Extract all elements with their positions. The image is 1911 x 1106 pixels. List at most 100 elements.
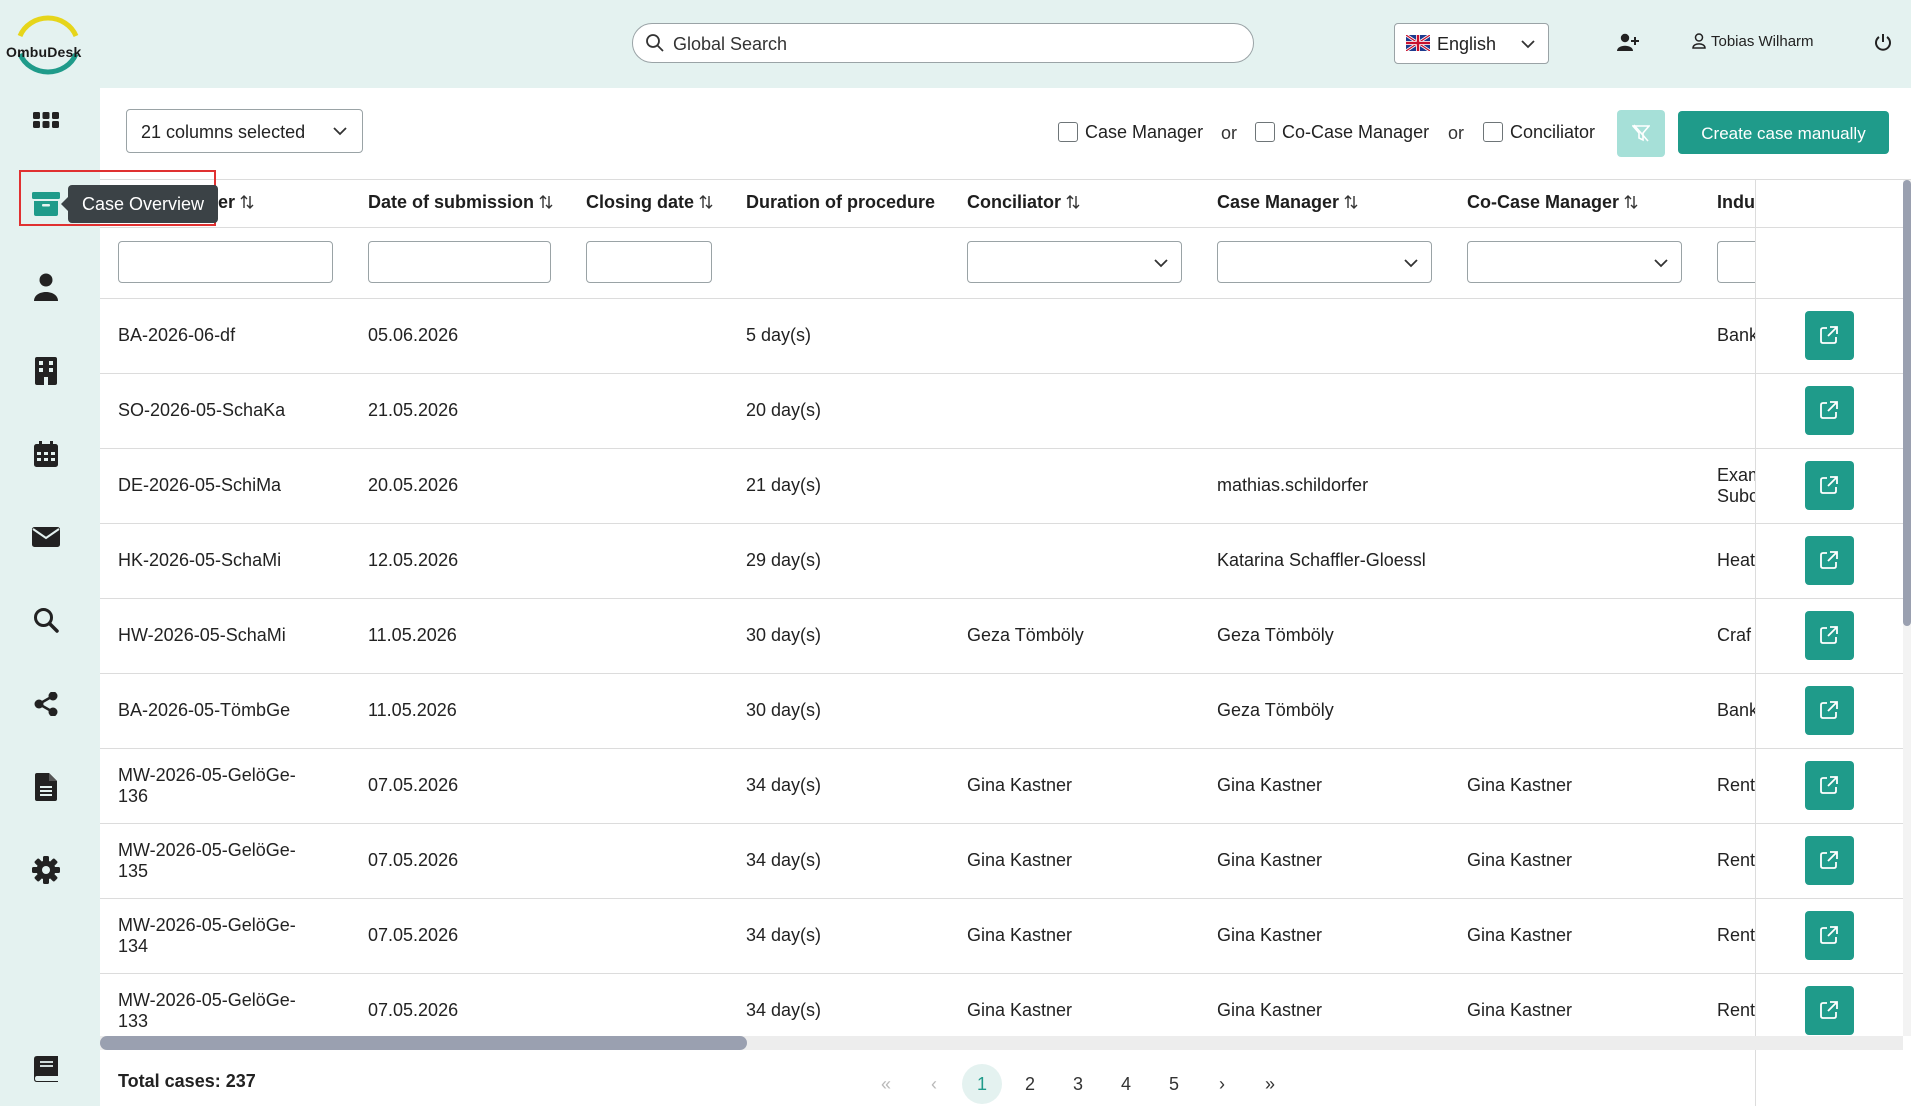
sidebar-item-manual[interactable] bbox=[30, 1053, 62, 1085]
table-row[interactable]: MW-2026-05-GelöGe- 134 07.05.2026 34 day(s… bbox=[100, 899, 1903, 974]
closing-date-filter-input[interactable] bbox=[586, 241, 712, 283]
person-icon bbox=[34, 273, 58, 301]
cell-duration: 34 day(s) bbox=[746, 775, 822, 795]
table-row[interactable]: SO-2026-05-SchaKa 21.05.2026 20 day(s) bbox=[100, 374, 1903, 449]
search-icon bbox=[646, 34, 664, 52]
divider bbox=[100, 227, 1903, 228]
cell-industry: Exam Subc bbox=[1717, 465, 1755, 506]
table-row[interactable]: BA-2026-05-TömbGe 11.05.2026 30 day(s) Geza… bbox=[100, 674, 1903, 749]
open-case-button[interactable] bbox=[1805, 461, 1854, 510]
sidebar-item-search[interactable] bbox=[30, 604, 62, 636]
open-case-button[interactable] bbox=[1805, 386, 1854, 435]
conciliator-checkbox[interactable] bbox=[1483, 122, 1503, 142]
horizontal-scrollbar[interactable] bbox=[100, 1036, 1903, 1050]
cell-case-number: MW-2026-05-GelöGe- 136 bbox=[118, 765, 296, 806]
open-case-button[interactable] bbox=[1805, 761, 1854, 810]
user-menu[interactable]: Tobias Wilharm bbox=[1692, 33, 1814, 50]
date-of-submission-filter-input[interactable] bbox=[368, 241, 551, 283]
cell-date-of-submission: 07.05.2026 bbox=[368, 1000, 459, 1020]
gear-icon bbox=[32, 856, 60, 884]
industry-filter-input[interactable] bbox=[1717, 241, 1755, 283]
sidebar-item-share[interactable] bbox=[30, 688, 62, 720]
cell-industry: Rent bbox=[1717, 850, 1755, 870]
open-case-button[interactable] bbox=[1805, 911, 1854, 960]
sidebar-item-settings[interactable] bbox=[30, 854, 62, 886]
column-header-industry[interactable]: Indu bbox=[1717, 192, 1755, 213]
add-user-icon[interactable] bbox=[1617, 32, 1639, 52]
co-case-manager-checkbox[interactable] bbox=[1255, 122, 1275, 142]
sidebar-item-messages[interactable] bbox=[30, 521, 62, 553]
cell-co-case-manager: Gina Kastner bbox=[1467, 850, 1573, 870]
cell-case-manager: Katarina Schaffler-Gloessl bbox=[1217, 550, 1426, 570]
open-case-button[interactable] bbox=[1805, 836, 1854, 885]
or-separator: or bbox=[1221, 123, 1238, 143]
table-row[interactable]: HW-2026-05-SchaMi 11.05.2026 30 day(s) Geza… bbox=[100, 599, 1903, 674]
column-selector[interactable]: 21 columns selected bbox=[126, 109, 363, 153]
vertical-scrollbar[interactable] bbox=[1903, 180, 1911, 1036]
open-case-button[interactable] bbox=[1805, 536, 1854, 585]
create-case-button[interactable]: Create case manually bbox=[1678, 111, 1889, 154]
open-case-button[interactable] bbox=[1805, 686, 1854, 735]
cell-date-of-submission: 05.06.2026 bbox=[368, 325, 459, 345]
filter-co-case-manager[interactable]: Co-Case Manager bbox=[1255, 122, 1429, 143]
sidebar-item-companies[interactable] bbox=[30, 355, 62, 387]
global-search[interactable] bbox=[632, 23, 1254, 63]
open-case-button[interactable] bbox=[1805, 986, 1854, 1035]
sidebar-item-calendar[interactable] bbox=[30, 438, 62, 470]
filter-case-manager[interactable]: Case Manager bbox=[1058, 122, 1203, 143]
page-button-5[interactable]: 5 bbox=[1154, 1064, 1194, 1104]
table-row[interactable]: DE-2026-05-SchiMa 20.05.2026 21 day(s) math… bbox=[100, 449, 1903, 524]
filter-conciliator[interactable]: Conciliator bbox=[1483, 122, 1595, 143]
or-separator: or bbox=[1448, 123, 1465, 143]
case-manager-filter-select[interactable] bbox=[1217, 241, 1432, 283]
column-selector-label: 21 columns selected bbox=[141, 122, 306, 142]
column-header-conciliator[interactable]: Conciliator bbox=[967, 192, 1081, 213]
cell-case-number: MW-2026-05-GelöGe- 133 bbox=[118, 990, 296, 1031]
language-select[interactable]: English bbox=[1394, 23, 1549, 64]
page-button-2[interactable]: 2 bbox=[1010, 1064, 1050, 1104]
cell-duration: 30 day(s) bbox=[746, 700, 822, 720]
next-page-button[interactable]: › bbox=[1202, 1064, 1242, 1104]
conciliator-filter-label: Conciliator bbox=[1510, 122, 1596, 142]
sidebar-item-dashboard[interactable] bbox=[30, 104, 62, 136]
sort-icon bbox=[1066, 195, 1080, 209]
page-button-3[interactable]: 3 bbox=[1058, 1064, 1098, 1104]
open-case-button[interactable] bbox=[1805, 311, 1854, 360]
column-header-date-of-submission[interactable]: Date of submission bbox=[368, 192, 554, 213]
cell-case-manager: Geza Tömböly bbox=[1217, 625, 1334, 645]
last-page-button[interactable]: » bbox=[1250, 1064, 1290, 1104]
cell-industry: Bank bbox=[1717, 325, 1755, 345]
external-link-icon bbox=[1820, 851, 1838, 869]
table-row[interactable]: BA-2026-06-df 05.06.2026 5 day(s) Bank bbox=[100, 299, 1903, 374]
uk-flag-icon bbox=[1406, 35, 1430, 51]
conciliator-filter-select[interactable] bbox=[967, 241, 1182, 283]
column-header-case-manager[interactable]: Case Manager bbox=[1217, 192, 1359, 213]
open-case-button[interactable] bbox=[1805, 611, 1854, 660]
power-icon[interactable] bbox=[1873, 32, 1893, 52]
table-row[interactable]: HK-2026-05-SchaMi 12.05.2026 29 day(s) Kata… bbox=[100, 524, 1903, 599]
case-manager-checkbox[interactable] bbox=[1058, 122, 1078, 142]
global-search-input[interactable] bbox=[671, 30, 1235, 58]
sidebar-item-documents[interactable] bbox=[30, 771, 62, 803]
column-header-closing-date[interactable]: Closing date bbox=[586, 192, 714, 213]
page-button-4[interactable]: 4 bbox=[1106, 1064, 1146, 1104]
clear-filter-button[interactable] bbox=[1617, 110, 1665, 157]
first-page-button[interactable]: « bbox=[866, 1064, 906, 1104]
horizontal-scrollbar-thumb[interactable] bbox=[100, 1036, 747, 1050]
table-row[interactable]: MW-2026-05-GelöGe- 136 07.05.2026 34 day(s… bbox=[100, 749, 1903, 824]
page-button-1[interactable]: 1 bbox=[962, 1064, 1002, 1104]
co-case-manager-filter-select[interactable] bbox=[1467, 241, 1682, 283]
case-number-filter-input[interactable] bbox=[118, 241, 333, 283]
ombudesk-logo[interactable]: OmbuDesk bbox=[2, 10, 94, 78]
cell-case-number: BA-2026-06-df bbox=[118, 325, 236, 345]
sort-icon bbox=[1624, 195, 1638, 209]
vertical-scrollbar-thumb[interactable] bbox=[1903, 180, 1911, 626]
column-header-case-number[interactable]: er bbox=[218, 192, 255, 213]
sidebar-item-persons[interactable] bbox=[30, 271, 62, 303]
previous-page-button[interactable]: ‹ bbox=[914, 1064, 954, 1104]
document-icon bbox=[35, 773, 57, 801]
cell-date-of-submission: 07.05.2026 bbox=[368, 925, 459, 945]
cell-case-number: MW-2026-05-GelöGe- 135 bbox=[118, 840, 296, 881]
column-header-co-case-manager[interactable]: Co-Case Manager bbox=[1467, 192, 1639, 213]
table-row[interactable]: MW-2026-05-GelöGe- 135 07.05.2026 34 day(s… bbox=[100, 824, 1903, 899]
